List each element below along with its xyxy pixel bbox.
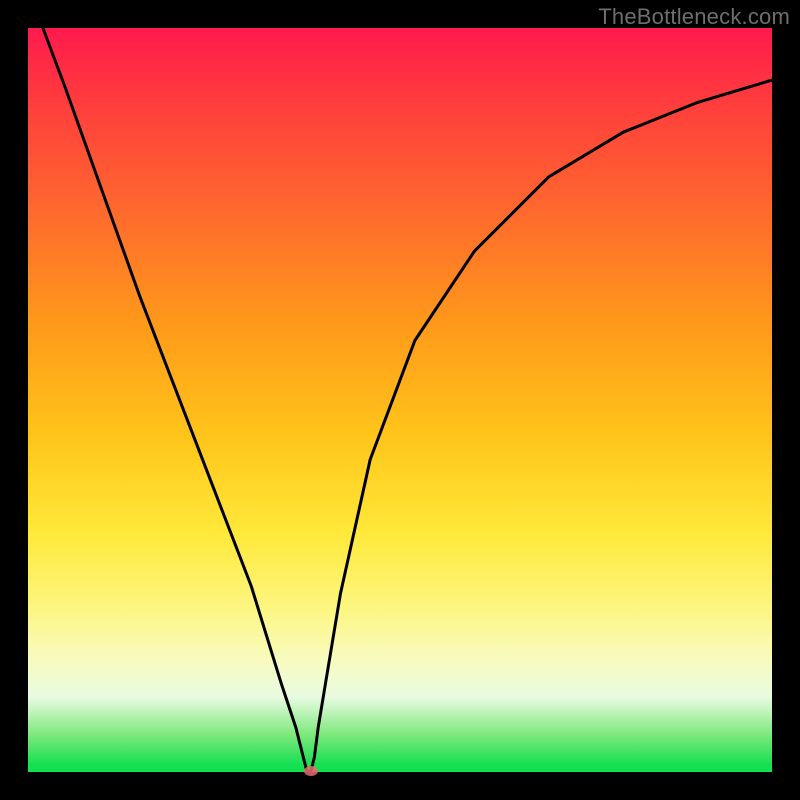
chart-frame <box>28 28 772 772</box>
plot-area <box>28 28 772 772</box>
bottleneck-curve <box>43 28 772 772</box>
watermark-text: TheBottleneck.com <box>598 4 790 30</box>
optimum-marker <box>304 766 318 776</box>
curve-layer <box>28 28 772 772</box>
